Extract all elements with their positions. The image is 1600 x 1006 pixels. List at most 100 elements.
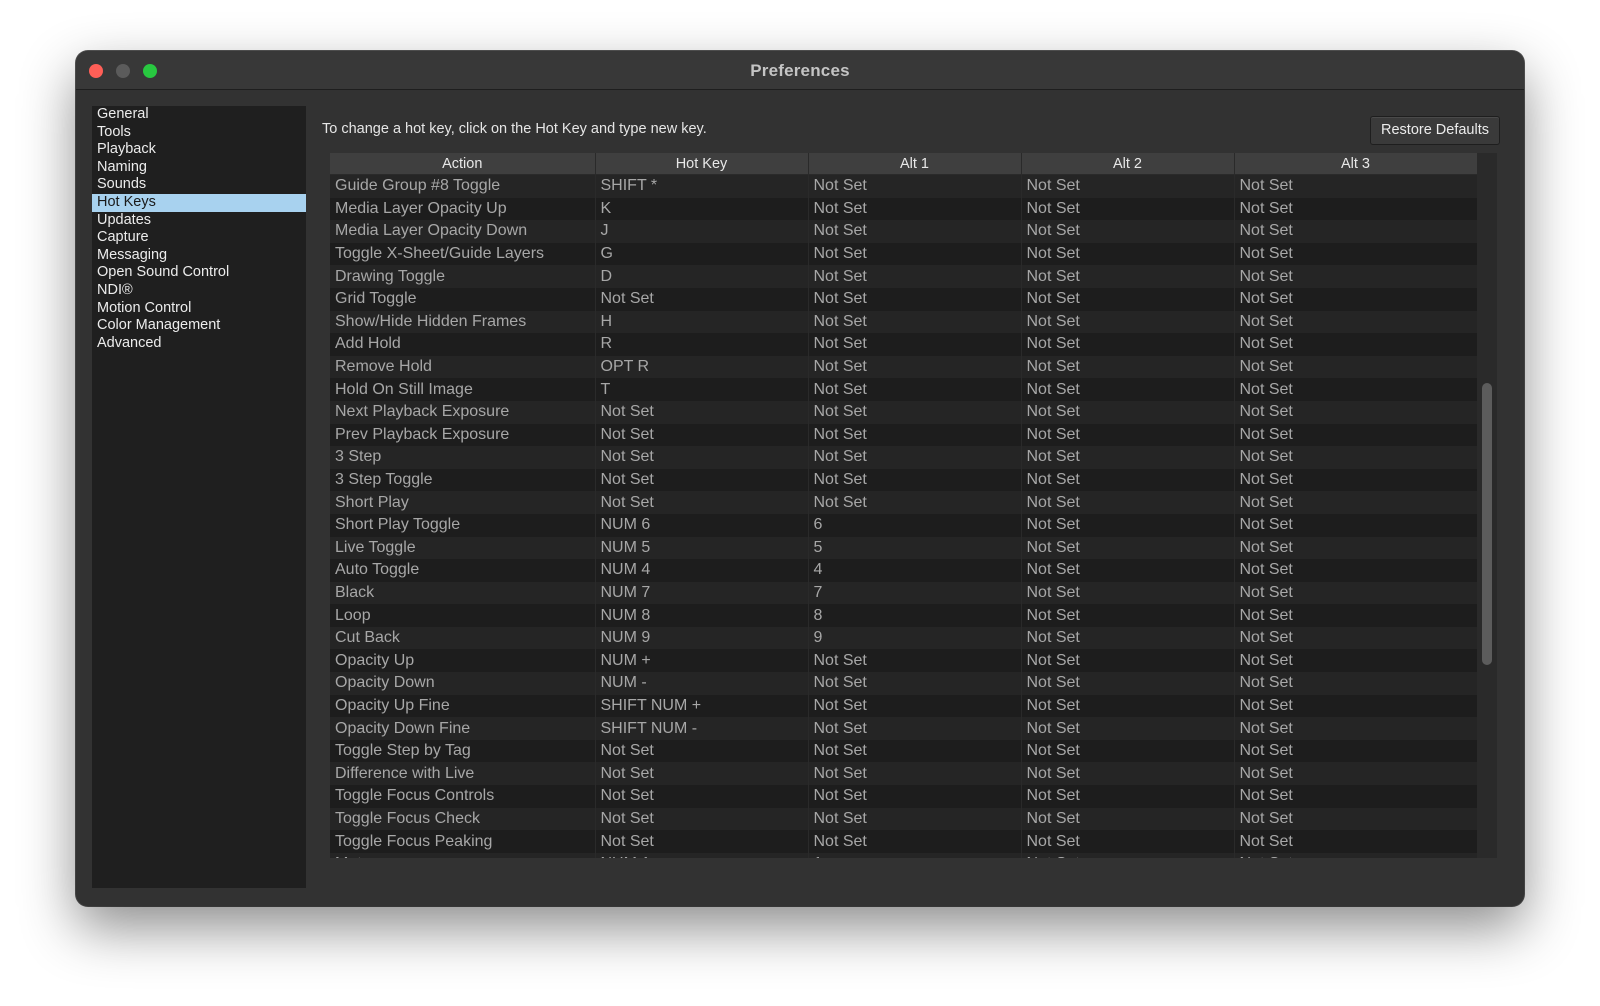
- hotkey-cell[interactable]: 1: [808, 852, 1022, 858]
- hotkey-cell[interactable]: SHIFT *: [595, 174, 809, 198]
- hotkey-cell[interactable]: Not Set: [1021, 852, 1235, 858]
- hotkey-cell[interactable]: Not Set: [1021, 491, 1235, 514]
- hotkey-cell[interactable]: Not Set: [1021, 739, 1235, 763]
- hotkey-cell[interactable]: Not Set: [595, 446, 809, 469]
- table-row[interactable]: Toggle Focus Controls Not Set Not Set Not S…: [330, 785, 1477, 808]
- hotkey-cell[interactable]: 5: [808, 536, 1022, 560]
- sidebar-item-open-sound-control[interactable]: Open Sound Control: [92, 264, 306, 282]
- table-row[interactable]: Toggle Focus Peaking Not Set Not Set Not Se…: [330, 830, 1477, 853]
- hotkey-cell[interactable]: Not Set: [1234, 513, 1477, 537]
- table-row[interactable]: Guide Group #8 Toggle SHIFT * Not Set Not S…: [330, 174, 1477, 198]
- hotkey-cell[interactable]: Not Set: [1234, 355, 1477, 379]
- hotkey-cell[interactable]: Not Set: [595, 491, 809, 514]
- hotkey-cell[interactable]: Not Set: [1021, 468, 1235, 492]
- hotkey-cell[interactable]: Not Set: [1234, 536, 1477, 560]
- hotkey-cell[interactable]: D: [595, 265, 809, 288]
- hotkey-cell[interactable]: Not Set: [1021, 672, 1235, 695]
- table-row[interactable]: Opacity Down NUM - Not Set Not Set Not Set: [330, 672, 1477, 695]
- hotkey-cell[interactable]: Not Set: [1021, 762, 1235, 786]
- hotkey-cell[interactable]: NUM 1: [595, 852, 809, 858]
- hotkey-cell[interactable]: Not Set: [808, 717, 1022, 740]
- hotkey-cell[interactable]: Not Set: [1234, 174, 1477, 198]
- hotkey-cell[interactable]: SHIFT NUM +: [595, 694, 809, 718]
- hotkey-cell[interactable]: Not Set: [1234, 830, 1477, 853]
- hotkey-cell[interactable]: 8: [808, 604, 1022, 627]
- title-bar[interactable]: Preferences: [76, 51, 1524, 90]
- hotkey-cell[interactable]: Not Set: [1021, 513, 1235, 537]
- table-row[interactable]: Opacity Up Fine SHIFT NUM + Not Set Not Set…: [330, 694, 1477, 718]
- column-header-alt-2[interactable]: Alt 2: [1021, 153, 1235, 175]
- hotkey-cell[interactable]: Not Set: [1234, 852, 1477, 858]
- hotkey-cell[interactable]: Not Set: [808, 174, 1022, 198]
- hotkey-cell[interactable]: Not Set: [595, 423, 809, 447]
- hotkey-cell[interactable]: Not Set: [1234, 242, 1477, 266]
- table-row[interactable]: Opacity Up NUM + Not Set Not Set Not Set: [330, 649, 1477, 673]
- sidebar-item-naming[interactable]: Naming: [92, 159, 306, 177]
- hotkey-cell[interactable]: Not Set: [1021, 694, 1235, 718]
- hotkey-cell[interactable]: NUM 5: [595, 536, 809, 560]
- table-row[interactable]: Short Play Toggle NUM 6 6 Not Set Not Set: [330, 513, 1477, 537]
- table-row[interactable]: 3 Step Toggle Not Set Not Set Not Set Not Se…: [330, 468, 1477, 492]
- hotkey-cell[interactable]: Not Set: [1021, 174, 1235, 198]
- hotkey-cell[interactable]: NUM 8: [595, 604, 809, 627]
- table-row[interactable]: Cut Back NUM 9 9 Not Set Not Set: [330, 626, 1477, 650]
- sidebar-item-motion-control[interactable]: Motion Control: [92, 300, 306, 318]
- table-row[interactable]: Auto Toggle NUM 4 4 Not Set Not Set: [330, 559, 1477, 582]
- table-row[interactable]: Loop NUM 8 8 Not Set Not Set: [330, 604, 1477, 627]
- hotkey-cell[interactable]: Not Set: [1234, 739, 1477, 763]
- hotkey-cell[interactable]: Not Set: [808, 785, 1022, 808]
- hotkey-cell[interactable]: Not Set: [595, 762, 809, 786]
- hotkey-cell[interactable]: Not Set: [1234, 807, 1477, 831]
- hotkey-cell[interactable]: Not Set: [808, 287, 1022, 311]
- hotkey-cell[interactable]: Not Set: [1234, 423, 1477, 447]
- hotkey-cell[interactable]: Not Set: [1234, 197, 1477, 221]
- vertical-scrollbar[interactable]: [1477, 153, 1497, 858]
- table-row[interactable]: Toggle Step by Tag Not Set Not Set Not Set N…: [330, 739, 1477, 763]
- hotkey-cell[interactable]: Not Set: [1021, 378, 1235, 401]
- hotkey-cell[interactable]: R: [595, 333, 809, 356]
- column-header-hot-key[interactable]: Hot Key: [595, 153, 809, 175]
- hotkey-cell[interactable]: SHIFT NUM -: [595, 717, 809, 740]
- hotkey-cell[interactable]: Not Set: [1234, 559, 1477, 582]
- hotkey-cell[interactable]: Not Set: [595, 830, 809, 853]
- hotkey-cell[interactable]: Not Set: [1021, 830, 1235, 853]
- hotkey-cell[interactable]: Not Set: [1021, 604, 1235, 627]
- table-row[interactable]: Black NUM 7 7 Not Set Not Set: [330, 581, 1477, 605]
- hotkey-cell[interactable]: Not Set: [808, 830, 1022, 853]
- hotkey-cell[interactable]: Not Set: [1234, 446, 1477, 469]
- sidebar-item-capture[interactable]: Capture: [92, 229, 306, 247]
- hotkey-cell[interactable]: Not Set: [1021, 717, 1235, 740]
- hotkey-cell[interactable]: Not Set: [1234, 400, 1477, 424]
- table-row[interactable]: Show/Hide Hidden Frames H Not Set Not Set No…: [330, 310, 1477, 334]
- table-row[interactable]: Add Hold R Not Set Not Set Not Set: [330, 333, 1477, 356]
- table-row[interactable]: Next Playback Exposure Not Set Not Set Not …: [330, 400, 1477, 424]
- hotkey-cell[interactable]: Not Set: [808, 355, 1022, 379]
- hotkey-cell[interactable]: Not Set: [1021, 310, 1235, 334]
- hotkey-cell[interactable]: Not Set: [808, 378, 1022, 401]
- hotkey-cell[interactable]: Not Set: [1234, 785, 1477, 808]
- hotkey-cell[interactable]: Not Set: [1234, 265, 1477, 288]
- sidebar-item-color-management[interactable]: Color Management: [92, 317, 306, 335]
- hotkey-cell[interactable]: J: [595, 220, 809, 243]
- hotkey-cell[interactable]: Not Set: [1234, 378, 1477, 401]
- hotkey-cell[interactable]: Not Set: [1021, 287, 1235, 311]
- hotkey-cell[interactable]: Not Set: [1234, 220, 1477, 243]
- hotkey-cell[interactable]: Not Set: [1021, 626, 1235, 650]
- hotkey-cell[interactable]: Not Set: [808, 400, 1022, 424]
- hotkey-cell[interactable]: NUM 9: [595, 626, 809, 650]
- hotkey-cell[interactable]: Not Set: [1234, 468, 1477, 492]
- hotkey-cell[interactable]: Not Set: [808, 333, 1022, 356]
- hotkey-cell[interactable]: Not Set: [1234, 626, 1477, 650]
- hotkey-cell[interactable]: Not Set: [808, 220, 1022, 243]
- hotkey-cell[interactable]: Not Set: [1021, 807, 1235, 831]
- table-row[interactable]: Grid Toggle Not Set Not Set Not Set Not Set: [330, 287, 1477, 311]
- hotkey-cell[interactable]: H: [595, 310, 809, 334]
- hotkey-cell[interactable]: OPT R: [595, 355, 809, 379]
- hotkey-cell[interactable]: Not Set: [1234, 649, 1477, 673]
- table-row[interactable]: Toggle Focus Check Not Set Not Set Not Set N…: [330, 807, 1477, 831]
- hotkey-cell[interactable]: Not Set: [808, 197, 1022, 221]
- sidebar-item-messaging[interactable]: Messaging: [92, 247, 306, 265]
- hotkey-cell[interactable]: Not Set: [595, 785, 809, 808]
- hotkey-cell[interactable]: NUM 4: [595, 559, 809, 582]
- column-header-alt-3[interactable]: Alt 3: [1234, 153, 1477, 175]
